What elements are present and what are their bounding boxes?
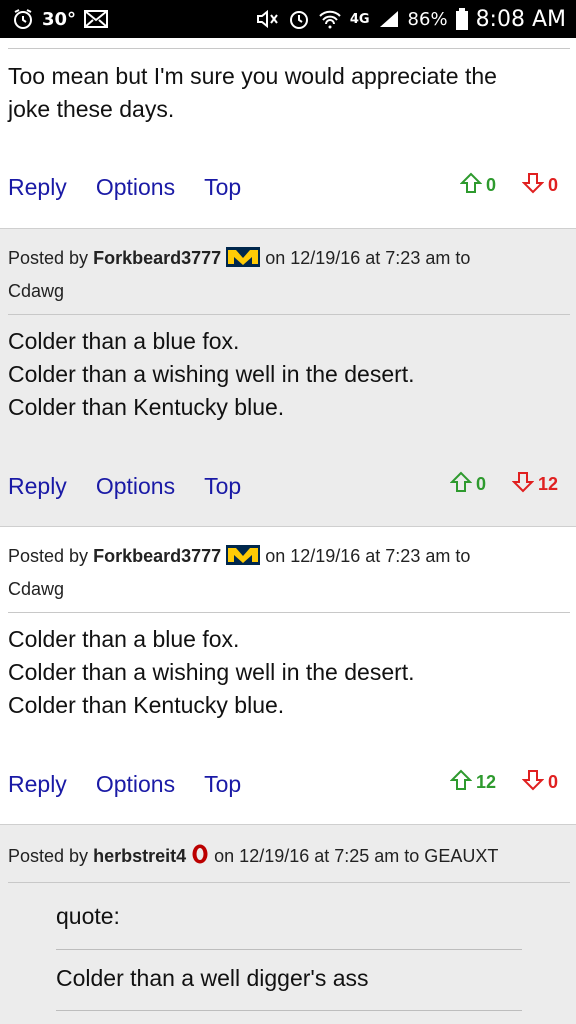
downvote-button[interactable]: 0 — [521, 769, 558, 796]
quote-divider — [56, 1010, 522, 1011]
quote-body: Colder than a well digger's ass — [56, 965, 369, 991]
arrow-up-icon — [459, 172, 483, 199]
arrow-down-icon — [521, 769, 545, 796]
michigan-logo-icon — [226, 544, 261, 574]
vote-controls: 0 12 — [449, 471, 558, 498]
post: Posted by Forkbeard3777 on 12/19/16 at 7… — [0, 526, 576, 824]
battery-icon — [455, 8, 468, 30]
posted-by-label: Posted by — [8, 846, 89, 866]
divider — [8, 882, 570, 883]
upvote-button[interactable]: 12 — [449, 769, 496, 796]
post-author[interactable]: Forkbeard3777 — [93, 248, 221, 268]
posted-by-label: Posted by — [8, 546, 89, 566]
post-timestamp: on 12/19/16 at 7:23 am to — [265, 546, 471, 566]
post-body-line: Colder than a wishing well in the desert… — [8, 659, 415, 685]
arrow-up-icon — [449, 471, 473, 498]
reply-to-user[interactable]: Cdawg — [8, 579, 64, 599]
options-link[interactable]: Options — [96, 174, 175, 201]
downvote-count: 0 — [547, 175, 558, 195]
quote-label: quote: — [56, 903, 120, 929]
post-actions: Reply Options Top — [8, 771, 241, 798]
post-actions: Reply Options Top — [8, 473, 241, 500]
divider — [8, 314, 570, 315]
reply-link[interactable]: Reply — [8, 473, 67, 500]
arrow-down-icon — [521, 172, 545, 199]
top-link[interactable]: Top — [204, 174, 241, 201]
divider — [8, 48, 570, 49]
post-meta: Posted by herbstreit4 on 12/19/16 at 7:2… — [8, 841, 568, 874]
post-body-line: Too mean but I'm sure you would apprecia… — [8, 63, 497, 89]
upvote-count: 0 — [485, 175, 496, 195]
post-actions: Reply Options Top — [8, 174, 241, 201]
post-meta: Posted by Forkbeard3777 on 12/19/16 at 7… — [8, 243, 568, 306]
battery-percentage: 86% — [407, 8, 448, 30]
vote-controls: 0 0 — [459, 172, 558, 199]
post-author[interactable]: Forkbeard3777 — [93, 546, 221, 566]
alarm-clock-icon — [288, 8, 310, 30]
post-body-line: Colder than a wishing well in the desert… — [8, 361, 415, 387]
downvote-button[interactable]: 0 — [521, 172, 558, 199]
network-type: 4G — [349, 11, 370, 27]
options-link[interactable]: Options — [96, 473, 175, 500]
post-body: Colder than a blue fox. Colder than a wi… — [8, 623, 568, 722]
post-author[interactable]: herbstreit4 — [93, 846, 186, 866]
arrow-down-icon — [511, 471, 535, 498]
arrow-up-icon — [449, 769, 473, 796]
post: Too mean but I'm sure you would apprecia… — [0, 38, 576, 228]
downvote-count: 12 — [537, 474, 558, 494]
michigan-logo-icon — [226, 246, 261, 276]
upvote-button[interactable]: 0 — [449, 471, 486, 498]
post-timestamp: on 12/19/16 at 7:23 am to — [265, 248, 471, 268]
alarm-icon — [12, 8, 34, 30]
downvote-button[interactable]: 12 — [511, 471, 558, 498]
wifi-icon — [318, 9, 342, 29]
mute-icon — [256, 9, 280, 29]
post-timestamp: on 12/19/16 at 7:25 am to GEAUXT — [214, 846, 499, 866]
post-body-line: joke these days. — [8, 96, 175, 122]
upvote-count: 0 — [475, 474, 486, 494]
weather-temperature: 30° — [42, 8, 77, 30]
posted-by-label: Posted by — [8, 248, 89, 268]
options-link[interactable]: Options — [96, 771, 175, 798]
post-body-line: Colder than Kentucky blue. — [8, 394, 285, 420]
reply-link[interactable]: Reply — [8, 174, 67, 201]
status-bar: 30° 4G 86% 8:08 AM — [0, 0, 576, 38]
upvote-button[interactable]: 0 — [459, 172, 496, 199]
post-body-line: Colder than Kentucky blue. — [8, 692, 285, 718]
reply-link[interactable]: Reply — [8, 771, 67, 798]
post-body-line: Colder than a blue fox. — [8, 328, 240, 354]
signal-icon — [378, 9, 400, 29]
quote-text: Colder than a well digger's ass — [56, 965, 522, 992]
post: Posted by herbstreit4 on 12/19/16 at 7:2… — [0, 824, 576, 1024]
post-body: Colder than a blue fox. Colder than a wi… — [8, 325, 568, 424]
top-link[interactable]: Top — [204, 473, 241, 500]
upvote-count: 12 — [475, 772, 496, 792]
vote-controls: 12 0 — [449, 769, 558, 796]
reply-to-user[interactable]: Cdawg — [8, 281, 64, 301]
post: Posted by Forkbeard3777 on 12/19/16 at 7… — [0, 228, 576, 526]
top-link[interactable]: Top — [204, 771, 241, 798]
mail-icon — [84, 10, 109, 28]
post-body-line: Colder than a blue fox. — [8, 626, 240, 652]
downvote-count: 0 — [547, 772, 558, 792]
quote-divider — [56, 949, 522, 950]
quote-block: quote: — [56, 903, 522, 930]
post-meta: Posted by Forkbeard3777 on 12/19/16 at 7… — [8, 541, 568, 604]
ohio-state-logo-icon — [191, 843, 209, 874]
clock: 8:08 AM — [475, 6, 566, 32]
post-body: Too mean but I'm sure you would apprecia… — [8, 60, 568, 126]
divider — [8, 612, 570, 613]
